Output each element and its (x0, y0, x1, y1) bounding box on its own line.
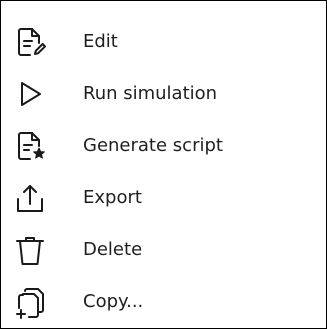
edit-document-icon (13, 25, 47, 59)
menu-item-label: Generate script (83, 135, 223, 156)
menu-item-generate-script[interactable]: Generate script (1, 120, 326, 172)
menu-item-label: Delete (83, 239, 143, 260)
script-settings-icon (13, 129, 47, 163)
copy-icon (13, 285, 47, 319)
context-menu: Edit Run simulation Generate script Expo… (0, 0, 327, 329)
play-icon (13, 77, 47, 111)
menu-item-copy[interactable]: Copy... (1, 276, 326, 328)
menu-item-label: Run simulation (83, 83, 218, 104)
menu-item-label: Edit (83, 31, 118, 52)
menu-item-delete[interactable]: Delete (1, 224, 326, 276)
menu-item-edit[interactable]: Edit (1, 16, 326, 68)
menu-item-export[interactable]: Export (1, 172, 326, 224)
export-icon (13, 181, 47, 215)
menu-item-label: Export (83, 187, 142, 208)
menu-item-label: Copy... (83, 291, 144, 312)
menu-item-run-simulation[interactable]: Run simulation (1, 68, 326, 120)
trash-icon (13, 233, 47, 267)
